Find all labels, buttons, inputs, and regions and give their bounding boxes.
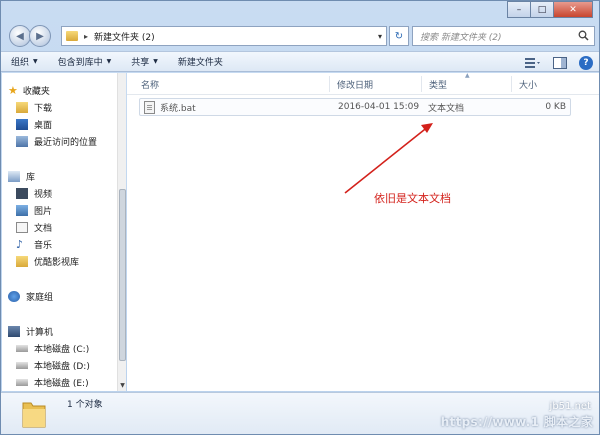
status-item-count: 1 个对象 xyxy=(67,400,103,410)
window-controls: – □ ✕ xyxy=(507,1,593,18)
annotation-text: 依旧是文本文档 xyxy=(374,192,451,205)
address-dropdown-icon[interactable]: ▾ xyxy=(373,26,387,46)
refresh-icon: ↻ xyxy=(394,30,404,42)
forward-arrow-icon: ▶ xyxy=(36,30,44,42)
drive-icon xyxy=(16,379,28,386)
share-button[interactable]: 共享 ▼ xyxy=(121,51,168,72)
search-input[interactable]: 搜索 新建文件夹 (2) xyxy=(412,26,595,46)
share-label: 共享 xyxy=(131,58,150,68)
nav-libraries-label: 库 xyxy=(26,173,36,183)
nav-item-music[interactable]: ♪ 音乐 xyxy=(16,237,52,252)
file-list-pane: 名称 修改日期 类型 ▲ 大小 系统.bat 2016-04-01 15:09 … xyxy=(127,72,599,391)
new-folder-button[interactable]: 新建文件夹 xyxy=(168,51,233,72)
homegroup-icon xyxy=(8,291,20,302)
picture-icon xyxy=(16,205,28,216)
chevron-down-icon: ▼ xyxy=(106,58,112,65)
status-bar: 1 个对象 jb51.net https://www.1 脚本之家 xyxy=(1,392,599,434)
desktop-icon xyxy=(16,119,28,130)
folder-icon xyxy=(16,256,28,267)
nav-item-drive-d[interactable]: 本地磁盘 (D:) xyxy=(16,358,90,373)
scrollbar-thumb[interactable] xyxy=(119,189,126,361)
refresh-button[interactable]: ↻ xyxy=(389,26,409,46)
annotation-arrow xyxy=(344,123,433,194)
search-icon[interactable] xyxy=(578,30,589,44)
back-arrow-icon: ◀ xyxy=(16,30,24,42)
music-icon: ♪ xyxy=(16,238,24,251)
maximize-button[interactable]: □ xyxy=(530,1,554,18)
nav-homegroup[interactable]: 家庭组 xyxy=(8,289,53,304)
video-icon xyxy=(16,188,28,199)
nav-scrollbar[interactable]: ▼ xyxy=(117,73,126,391)
nav-item-youku-library[interactable]: 优酷影视库 xyxy=(16,254,79,269)
minimize-button[interactable]: – xyxy=(507,1,531,18)
nav-item-label: 视频 xyxy=(34,190,53,200)
close-button[interactable]: ✕ xyxy=(553,1,593,18)
folder-icon xyxy=(22,402,46,428)
recent-places-icon xyxy=(16,136,28,147)
breadcrumb-current-folder[interactable]: 新建文件夹 (2) xyxy=(94,30,155,43)
nav-item-drive-e[interactable]: 本地磁盘 (E:) xyxy=(16,375,89,390)
watermark-slogan: https://www.1 脚本之家 xyxy=(440,415,593,429)
downloads-icon xyxy=(16,102,28,113)
new-folder-label: 新建文件夹 xyxy=(177,58,223,68)
nav-item-documents[interactable]: 文档 xyxy=(16,220,52,235)
nav-favorites-label: 收藏夹 xyxy=(22,87,50,97)
watermark-site: jb51.net xyxy=(549,401,591,412)
nav-item-label: 文档 xyxy=(34,224,53,234)
nav-item-label: 图片 xyxy=(34,207,53,217)
organize-label: 组织 xyxy=(11,58,30,68)
nav-item-desktop[interactable]: 桌面 xyxy=(16,117,52,132)
nav-libraries[interactable]: 库 xyxy=(8,169,35,184)
nav-item-label: 音乐 xyxy=(34,241,53,251)
chevron-down-icon: ▼ xyxy=(153,58,158,65)
include-in-library-button[interactable]: 包含到库中 ▼ xyxy=(48,51,122,72)
include-in-library-label: 包含到库中 xyxy=(57,58,103,68)
nav-computer-label: 计算机 xyxy=(26,328,54,338)
nav-homegroup-label: 家庭组 xyxy=(26,293,54,303)
nav-item-recent[interactable]: 最近访问的位置 xyxy=(16,134,97,149)
view-options-icon[interactable] xyxy=(525,56,541,70)
breadcrumb-separator-icon: ▸ xyxy=(84,31,89,41)
drive-icon xyxy=(16,362,28,369)
explorer-window: – □ ✕ ◀ ▶ ▸ 新建文件夹 (2) ▾ ↻ 搜索 新建文件夹 (2) 组… xyxy=(0,0,600,435)
nav-item-videos[interactable]: 视频 xyxy=(16,186,52,201)
drive-icon xyxy=(16,345,28,352)
nav-item-pictures[interactable]: 图片 xyxy=(16,203,52,218)
nav-item-label: 桌面 xyxy=(34,121,53,131)
nav-item-label: 本地磁盘 (C:) xyxy=(34,345,90,355)
organize-button[interactable]: 组织 ▼ xyxy=(1,51,48,72)
toolbar-right-group: ? xyxy=(525,52,593,73)
library-icon xyxy=(8,171,20,182)
chevron-down-icon: ▼ xyxy=(33,58,38,65)
address-bar[interactable]: ▸ 新建文件夹 (2) xyxy=(61,26,387,46)
scroll-down-icon[interactable]: ▼ xyxy=(118,382,127,389)
nav-item-label: 优酷影视库 xyxy=(34,258,80,268)
navigation-pane: ★ 收藏夹 下载 桌面 最近访问的位置 库 视频 图片 文档 ♪ 音乐 优酷影视… xyxy=(2,73,126,391)
back-button[interactable]: ◀ xyxy=(9,25,31,47)
nav-item-label: 最近访问的位置 xyxy=(34,138,98,148)
nav-item-label: 本地磁盘 (E:) xyxy=(34,379,89,389)
command-toolbar: 组织 ▼ 包含到库中 ▼ 共享 ▼ 新建文件夹 ? xyxy=(1,51,599,72)
nav-item-label: 下载 xyxy=(34,104,53,114)
help-icon[interactable]: ? xyxy=(579,55,593,70)
forward-button[interactable]: ▶ xyxy=(29,25,51,47)
search-placeholder: 搜索 新建文件夹 (2) xyxy=(420,32,502,43)
nav-item-drive-c[interactable]: 本地磁盘 (C:) xyxy=(16,341,89,356)
document-icon xyxy=(16,222,28,233)
folder-icon xyxy=(66,31,78,41)
nav-computer[interactable]: 计算机 xyxy=(8,324,53,339)
preview-pane-icon[interactable] xyxy=(552,56,568,70)
star-icon: ★ xyxy=(8,84,18,97)
nav-item-downloads[interactable]: 下载 xyxy=(16,100,52,115)
nav-item-label: 本地磁盘 (D:) xyxy=(34,362,90,372)
nav-favorites[interactable]: ★ 收藏夹 xyxy=(8,83,50,98)
computer-icon xyxy=(8,326,20,337)
